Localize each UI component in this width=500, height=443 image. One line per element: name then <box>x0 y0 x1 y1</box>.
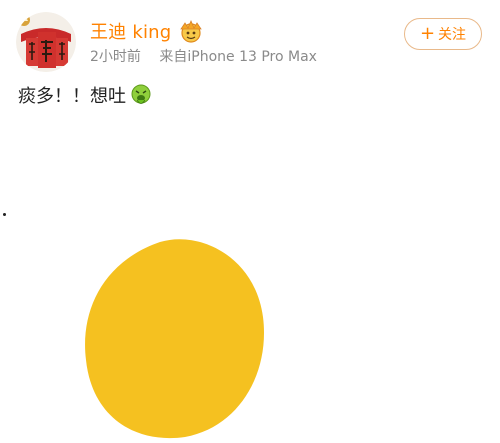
yellow-blob-drawing <box>85 239 265 439</box>
plus-icon: + <box>419 23 436 44</box>
post-text: 痰多！！想吐 <box>18 82 152 108</box>
name-row: 王迪 king <box>90 18 205 44</box>
username[interactable]: 王迪 king <box>90 18 171 44</box>
post-time: 2小时前 <box>90 49 141 65</box>
vomit-emoji-icon <box>131 84 151 104</box>
avatar[interactable] <box>16 12 76 72</box>
follow-button[interactable]: + 关注 <box>404 18 482 50</box>
follow-label: 关注 <box>438 27 467 43</box>
post-meta: 2小时前 来自iPhone 13 Pro Max <box>90 46 317 66</box>
weibo-post: 王迪 king 2小时前 来自iPhone 13 Pro Max + 关注 痰多… <box>0 0 500 443</box>
avatar-image <box>16 12 76 72</box>
vip-crown-icon <box>180 19 203 43</box>
post-device[interactable]: 来自iPhone 13 Pro Max <box>159 49 317 65</box>
post-text-content: 痰多！！想吐 <box>18 86 126 107</box>
stray-dot <box>3 213 6 216</box>
